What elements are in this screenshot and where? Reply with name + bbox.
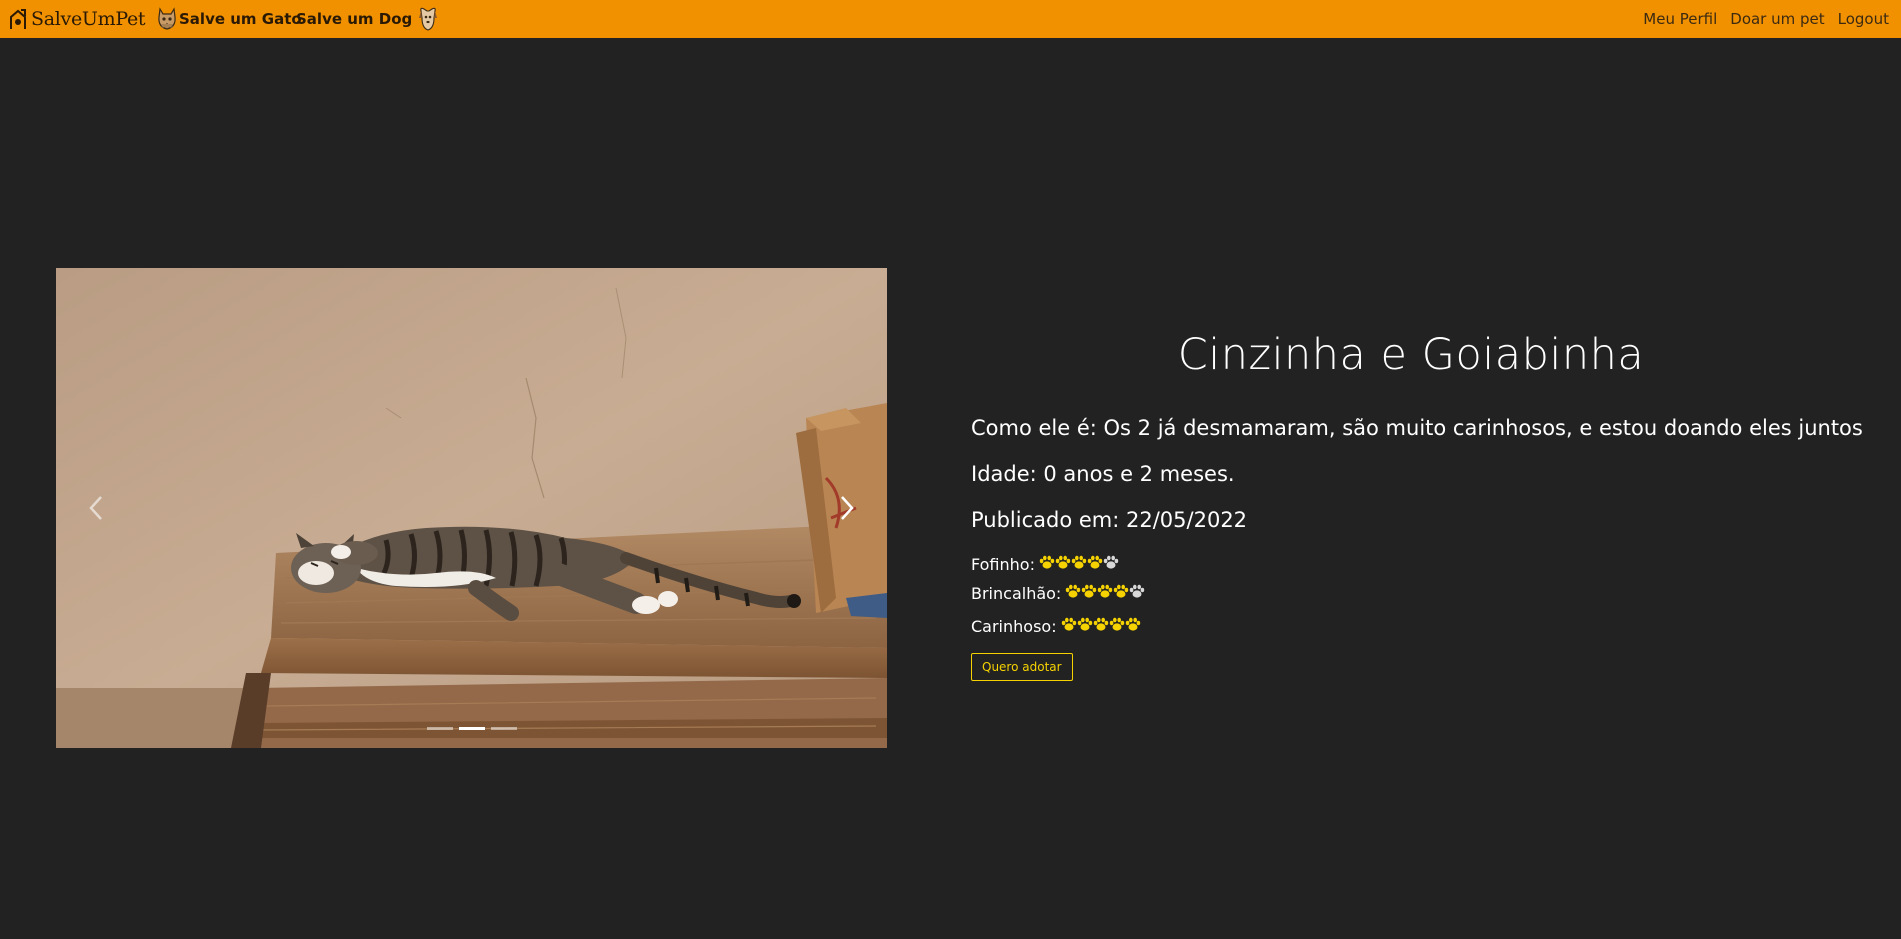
paw-filled-icon [1071, 555, 1087, 569]
carousel-prev-button[interactable] [56, 268, 136, 748]
paw-filled-icon [1125, 617, 1140, 631]
brand-text: SalveUmPet [31, 8, 146, 30]
dog-icon [419, 7, 438, 31]
paw-rating [1039, 554, 1119, 574]
paw-filled-icon [1093, 617, 1108, 631]
carousel-indicator[interactable] [426, 727, 453, 730]
house-logo-icon [10, 9, 26, 29]
nav-meu-perfil[interactable]: Meu Perfil [1643, 10, 1717, 28]
pet-published-date: Publicado em: 22/05/2022 [971, 508, 1248, 532]
carousel-indicator[interactable] [490, 727, 517, 730]
paw-filled-icon [1066, 584, 1081, 598]
adopt-button[interactable]: Quero adotar [971, 653, 1073, 681]
navbar: SalveUmPet Salve um Gato Salve um Dog Me… [0, 0, 1901, 38]
paw-filled-icon [1039, 555, 1055, 569]
paw-filled-icon [1114, 584, 1129, 598]
paw-filled-icon [1082, 584, 1097, 598]
brand-logo[interactable]: SalveUmPet [9, 6, 146, 32]
nav-salve-dog[interactable]: Salve um Dog [296, 6, 438, 32]
rating-label: Carinhoso: [971, 616, 1057, 636]
paw-empty-icon [1130, 584, 1145, 598]
nav-salve-gato-label: Salve um Gato [179, 10, 302, 28]
paw-rating [1061, 616, 1141, 636]
pet-age: Idade: 0 anos e 2 meses. [971, 462, 1235, 486]
nav-doar-pet[interactable]: Doar um pet [1730, 10, 1824, 28]
pet-description: Como ele é: Os 2 já desmamaram, são muit… [971, 416, 1863, 440]
chevron-left-icon [89, 496, 102, 520]
paw-filled-icon [1055, 555, 1071, 569]
carousel-next-button[interactable] [807, 268, 887, 748]
nav-right-links: Meu Perfil Doar um pet Logout [1643, 6, 1889, 32]
pet-photo-carousel [56, 268, 887, 748]
nav-salve-dog-label: Salve um Dog [296, 10, 413, 28]
pet-name: Cinzinha e Goiabinha [1177, 330, 1645, 380]
carousel-indicator[interactable] [458, 727, 485, 730]
paw-rating [1065, 583, 1145, 603]
rating-carinhoso: Carinhoso: [971, 616, 1141, 636]
paw-filled-icon [1109, 617, 1124, 631]
paw-empty-icon [1103, 555, 1119, 569]
paw-filled-icon [1061, 617, 1076, 631]
paw-filled-icon [1087, 555, 1103, 569]
nav-salve-gato[interactable]: Salve um Gato [156, 6, 302, 32]
nav-logout[interactable]: Logout [1838, 10, 1889, 28]
rating-fofinho: Fofinho: [971, 554, 1119, 574]
pet-photo [56, 268, 887, 748]
paw-filled-icon [1098, 584, 1113, 598]
rating-label: Fofinho: [971, 554, 1035, 574]
carousel-indicators [56, 727, 887, 730]
pet-details: Cinzinha e Goiabinha Como ele é: Os 2 já… [971, 330, 1863, 681]
rating-brincalhao: Brincalhão: [971, 583, 1145, 603]
rating-label: Brincalhão: [971, 583, 1062, 603]
chevron-right-icon [841, 496, 854, 520]
cat-icon [158, 7, 176, 30]
paw-filled-icon [1077, 617, 1092, 631]
